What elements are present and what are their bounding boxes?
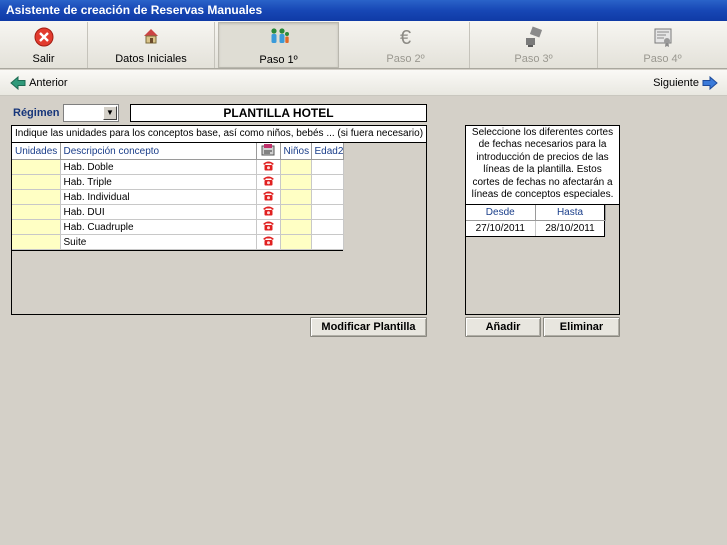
wizard-navigation-bar: Anterior Siguiente: [0, 70, 727, 96]
window-title: Asistente de creación de Reservas Manual…: [6, 3, 263, 17]
phone-icon-cell[interactable]: [256, 204, 281, 220]
descripcion-cell: Hab. Individual: [60, 189, 257, 205]
anterior-button[interactable]: Anterior: [10, 75, 68, 91]
unidades-cell[interactable]: [12, 234, 61, 250]
phone-icon: [262, 206, 275, 219]
fechas-grid: Desde Hasta 27/10/2011 28/10/2011: [466, 205, 606, 237]
window-title-bar: Asistente de creación de Reservas Manual…: [0, 0, 727, 21]
phone-icon: [262, 176, 275, 189]
close-circle-icon: [0, 26, 87, 50]
table-row[interactable]: Hab. Doble: [12, 159, 344, 175]
phone-icon-cell[interactable]: [256, 219, 281, 235]
modificar-plantilla-button[interactable]: Modificar Plantilla: [310, 317, 427, 337]
conceptos-instruction: Indique las unidades para los conceptos …: [12, 126, 426, 143]
people-icon: [219, 27, 338, 51]
conceptos-grid: Unidades Descripción concepto Niños Edad…: [12, 143, 344, 251]
regimen-select[interactable]: ▼: [63, 104, 119, 122]
edad2-cell[interactable]: [311, 159, 344, 175]
column-header-hasta[interactable]: Hasta: [535, 205, 606, 221]
certificate-icon: [598, 26, 727, 50]
ninos-cell[interactable]: [280, 204, 312, 220]
desde-cell[interactable]: 27/10/2011: [466, 220, 536, 236]
paso-4-button[interactable]: Paso 4º: [598, 22, 727, 68]
phone-icon-cell[interactable]: [256, 174, 281, 190]
phone-icon-cell[interactable]: [256, 234, 281, 250]
column-header-desde[interactable]: Desde: [466, 205, 536, 221]
column-header-edad2[interactable]: Edad2: [311, 143, 344, 160]
datos-iniciales-button[interactable]: Datos Iniciales: [88, 22, 215, 68]
paso-3-button[interactable]: Paso 3º: [470, 22, 598, 68]
column-header-icon[interactable]: [256, 143, 281, 160]
unidades-cell[interactable]: [12, 204, 61, 220]
table-row[interactable]: Hab. Cuadruple: [12, 219, 344, 235]
exit-button[interactable]: Salir: [0, 22, 88, 68]
ninos-cell[interactable]: [280, 189, 312, 205]
eliminar-button[interactable]: Eliminar: [543, 317, 620, 337]
phone-icon: [262, 236, 275, 249]
main-toolbar: Salir Datos Iniciales Paso 1º € Paso 2º …: [0, 21, 727, 69]
edad2-cell[interactable]: [311, 189, 344, 205]
table-row[interactable]: 27/10/2011 28/10/2011: [466, 220, 606, 236]
edad2-cell[interactable]: [311, 219, 344, 235]
table-row[interactable]: Suite: [12, 234, 344, 250]
ninos-cell[interactable]: [280, 159, 312, 175]
house-icon: [88, 26, 214, 50]
descripcion-cell: Hab. Triple: [60, 174, 257, 190]
column-header-unidades[interactable]: Unidades: [12, 143, 61, 160]
ninos-cell[interactable]: [280, 174, 312, 190]
anadir-button[interactable]: Añadir: [465, 317, 541, 337]
descripcion-cell: Hab. DUI: [60, 204, 257, 220]
chevron-down-icon[interactable]: ▼: [103, 106, 117, 120]
phone-list-icon: [261, 144, 275, 159]
edad2-cell[interactable]: [311, 234, 344, 250]
phone-icon-cell[interactable]: [256, 159, 281, 175]
table-row[interactable]: Hab. Triple: [12, 174, 344, 190]
hasta-cell[interactable]: 28/10/2011: [535, 220, 606, 236]
ninos-cell[interactable]: [280, 234, 312, 250]
unidades-cell[interactable]: [12, 174, 61, 190]
ninos-cell[interactable]: [280, 219, 312, 235]
descripcion-cell: Hab. Doble: [60, 159, 257, 175]
table-row[interactable]: Hab. DUI: [12, 204, 344, 220]
phone-icon: [262, 191, 275, 204]
edad2-cell[interactable]: [311, 204, 344, 220]
descripcion-cell: Suite: [60, 234, 257, 250]
phone-icon: [262, 221, 275, 234]
table-row[interactable]: Hab. Individual: [12, 189, 344, 205]
fechas-message: Seleccione los diferentes cortes de fech…: [466, 126, 619, 205]
regimen-label: Régimen: [13, 107, 60, 119]
edad2-cell[interactable]: [311, 174, 344, 190]
conceptos-panel: Indique las unidades para los conceptos …: [11, 125, 427, 315]
column-header-descripcion[interactable]: Descripción concepto: [60, 143, 257, 160]
arrow-right-icon: [702, 76, 718, 91]
descripcion-cell: Hab. Cuadruple: [60, 219, 257, 235]
euro-icon: €: [399, 27, 412, 49]
paso-2-button[interactable]: € Paso 2º: [342, 22, 470, 68]
siguiente-button[interactable]: Siguiente: [653, 75, 718, 91]
plantilla-title: PLANTILLA HOTEL: [130, 104, 427, 122]
phone-icon: [262, 161, 275, 174]
unidades-cell[interactable]: [12, 159, 61, 175]
paso-1-button[interactable]: Paso 1º: [218, 22, 339, 68]
unidades-cell[interactable]: [12, 189, 61, 205]
stamp-icon: [470, 26, 597, 50]
fechas-panel: Seleccione los diferentes cortes de fech…: [465, 125, 620, 315]
arrow-left-icon: [10, 76, 29, 91]
column-header-ninos[interactable]: Niños: [280, 143, 312, 160]
unidades-cell[interactable]: [12, 219, 61, 235]
phone-icon-cell[interactable]: [256, 189, 281, 205]
